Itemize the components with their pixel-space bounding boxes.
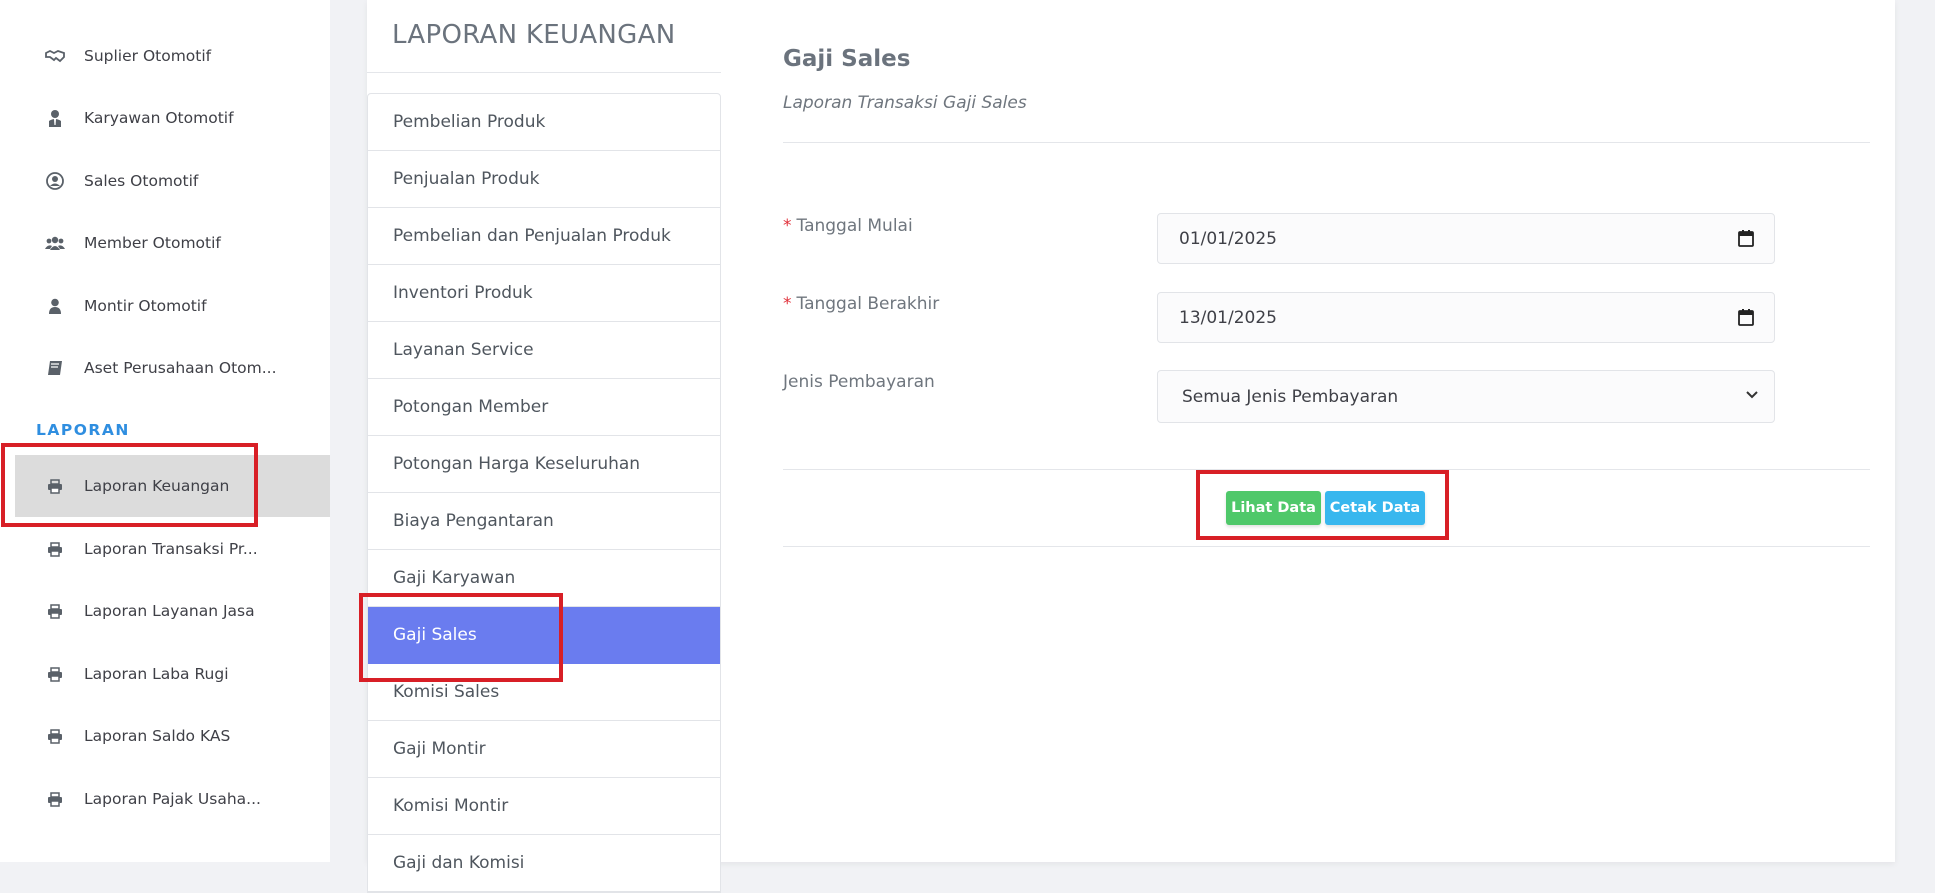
user-tie-icon [45,108,65,128]
form-subtitle: Laporan Transaksi Gaji Sales [783,93,1027,113]
sidebar-item-laporan-transaksi[interactable]: Laporan Transaksi Pr... [0,518,330,580]
sidebar-item-label: Montir Otomotif [84,297,207,315]
sidebar-item-label: Aset Perusahaan Otom... [84,359,277,377]
menu-item-layanan-service[interactable]: Layanan Service [368,322,720,379]
users-icon [45,233,65,253]
sidebar-item-label: Laporan Layanan Jasa [84,602,255,620]
menu-item-komisi-montir[interactable]: Komisi Montir [368,778,720,835]
divider [783,546,1870,547]
menu-item-potongan-member[interactable]: Potongan Member [368,379,720,436]
sidebar-item-suplier-otomotif[interactable]: Suplier Otomotif [0,25,330,87]
divider [367,72,721,73]
book-icon [45,358,65,378]
chevron-down-icon [1746,391,1758,399]
payment-type-label: Jenis Pembayaran [783,372,935,392]
print-icon [45,789,65,809]
menu-item-penjualan-produk[interactable]: Penjualan Produk [368,151,720,208]
handshake-icon [45,46,65,66]
print-icon [45,601,65,621]
form-title: Gaji Sales [783,46,911,72]
sidebar-item-sales-otomotif[interactable]: Sales Otomotif [0,150,330,212]
calendar-icon[interactable] [1738,230,1754,247]
sidebar-item-karyawan-otomotif[interactable]: Karyawan Otomotif [0,87,330,149]
sidebar-item-laporan-saldo-kas[interactable]: Laporan Saldo KAS [0,705,330,767]
sidebar-item-label: Member Otomotif [84,234,221,252]
end-date-label: * Tanggal Berakhir [783,294,940,314]
divider [783,142,1870,143]
sidebar-item-montir-otomotif[interactable]: Montir Otomotif [0,275,330,337]
sidebar-item-label: Suplier Otomotif [84,47,212,65]
report-menu: Pembelian Produk Penjualan Produk Pembel… [367,93,721,893]
sidebar-item-laporan-pajak-usaha[interactable]: Laporan Pajak Usaha... [0,768,330,830]
required-mark: * [783,294,792,314]
sidebar-item-label: Laporan Saldo KAS [84,727,231,745]
card-title: LAPORAN KEUANGAN [392,20,676,50]
sidebar-item-label: Laporan Laba Rugi [84,665,229,683]
menu-item-pembelian-penjualan-produk[interactable]: Pembelian dan Penjualan Produk [368,208,720,265]
required-mark: * [783,216,792,236]
sidebar-item-member-otomotif[interactable]: Member Otomotif [0,212,330,274]
sidebar-item-laporan-laba-rugi[interactable]: Laporan Laba Rugi [0,643,330,705]
sidebar-item-label: Laporan Pajak Usaha... [84,790,261,808]
highlight-box [1196,470,1449,540]
print-icon [45,539,65,559]
start-date-label: * Tanggal Mulai [783,216,913,236]
menu-item-potongan-harga[interactable]: Potongan Harga Keseluruhan [368,436,720,493]
menu-item-gaji-montir[interactable]: Gaji Montir [368,721,720,778]
start-date-input[interactable]: 01/01/2025 [1157,213,1775,264]
print-icon [45,726,65,746]
menu-item-biaya-pengantaran[interactable]: Biaya Pengantaran [368,493,720,550]
menu-item-gaji-dan-komisi[interactable]: Gaji dan Komisi [368,835,720,892]
sidebar-item-label: Sales Otomotif [84,172,199,190]
highlight-box [1,443,258,527]
user-circle-icon [45,171,65,191]
highlight-box [359,593,563,682]
end-date-input[interactable]: 13/01/2025 [1157,292,1775,343]
sidebar-item-label: Laporan Transaksi Pr... [84,540,258,558]
sidebar: Suplier Otomotif Karyawan Otomotif Sales… [0,0,330,862]
user-icon [45,296,65,316]
calendar-icon[interactable] [1738,309,1754,326]
menu-item-pembelian-produk[interactable]: Pembelian Produk [368,94,720,151]
menu-item-inventori-produk[interactable]: Inventori Produk [368,265,720,322]
sidebar-item-label: Karyawan Otomotif [84,109,234,127]
sidebar-section-heading: LAPORAN [36,421,130,439]
payment-type-select[interactable]: Semua Jenis Pembayaran [1157,370,1775,423]
print-icon [45,664,65,684]
sidebar-item-aset-perusahaan[interactable]: Aset Perusahaan Otom... [0,337,330,399]
sidebar-item-laporan-layanan-jasa[interactable]: Laporan Layanan Jasa [0,580,330,642]
